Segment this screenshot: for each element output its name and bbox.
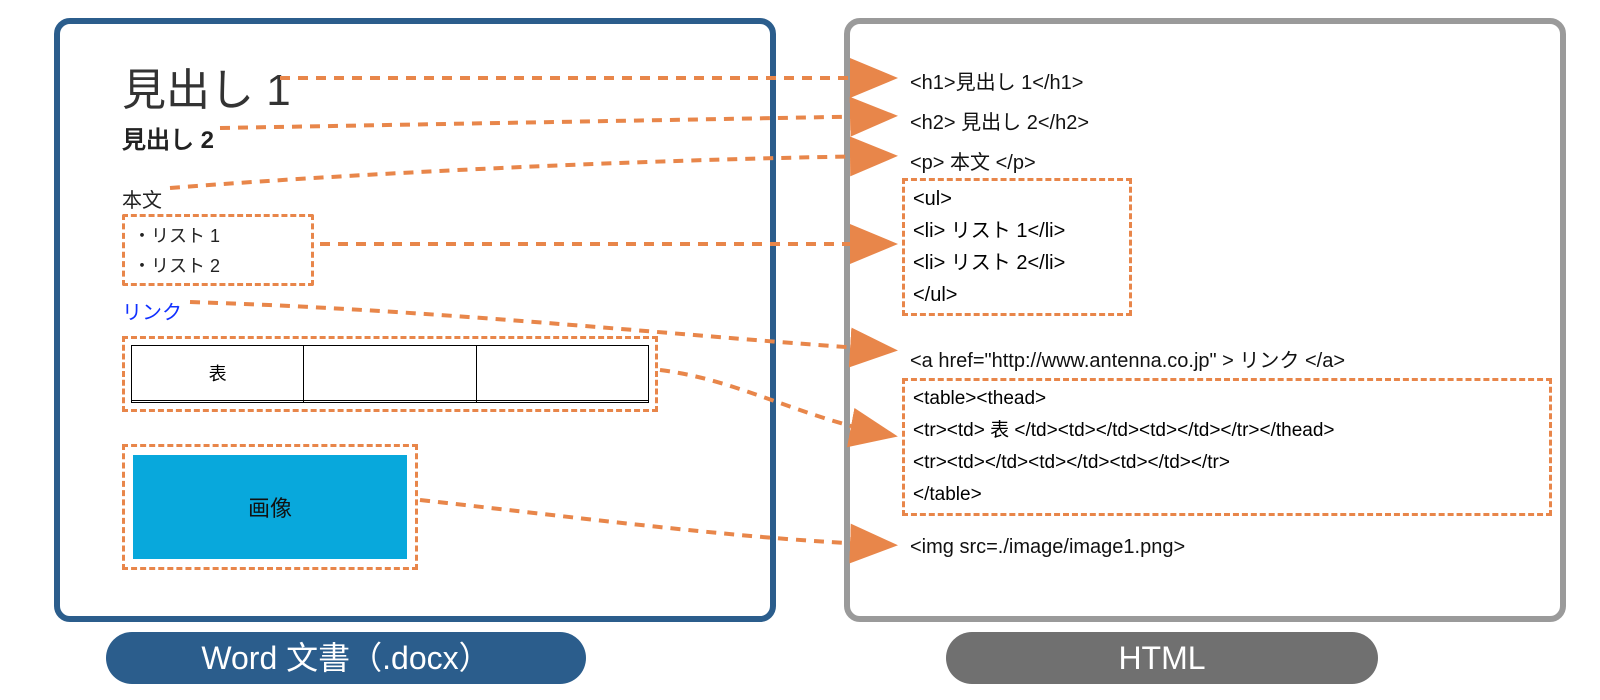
word-heading2: 見出し 2 bbox=[122, 120, 214, 155]
word-list-item: ・リスト 1 bbox=[133, 221, 303, 251]
table-cell bbox=[304, 346, 476, 401]
html-li1: <li> リスト 1</li> bbox=[913, 215, 1121, 247]
html-pill-label: HTML bbox=[946, 632, 1378, 684]
word-table: 表 bbox=[131, 345, 649, 403]
table-cell: 表 bbox=[132, 346, 304, 401]
word-heading1: 見出し 1 bbox=[122, 54, 291, 118]
table-cell bbox=[476, 346, 648, 401]
word-list-item: ・リスト 2 bbox=[133, 251, 303, 281]
html-panel: <h1>見出し 1</h1> <h2> 見出し 2</h2> <p> 本文 </… bbox=[844, 18, 1566, 622]
html-ul-box: <ul> <li> リスト 1</li> <li> リスト 2</li> </u… bbox=[902, 178, 1132, 316]
html-table-l4: </table> bbox=[913, 479, 1541, 511]
table-cell bbox=[132, 400, 304, 402]
word-list-box: ・リスト 1 ・リスト 2 bbox=[122, 214, 314, 286]
html-table-l2: <tr><td> 表 </td><td></td><td></td></tr><… bbox=[913, 415, 1541, 447]
word-pill-label: Word 文書（.docx） bbox=[106, 632, 586, 684]
word-image-placeholder: 画像 bbox=[133, 455, 407, 559]
word-table-box: 表 bbox=[122, 336, 658, 412]
html-h1-code: <h1>見出し 1</h1> bbox=[910, 66, 1083, 95]
html-h2-code: <h2> 見出し 2</h2> bbox=[910, 106, 1089, 135]
diagram-root: 見出し 1 見出し 2 本文 ・リスト 1 ・リスト 2 リンク 表 bbox=[0, 0, 1600, 700]
table-row bbox=[132, 400, 649, 402]
table-cell bbox=[304, 400, 476, 402]
table-cell bbox=[476, 400, 648, 402]
html-table-l1: <table><thead> bbox=[913, 383, 1541, 415]
word-image-box: 画像 bbox=[122, 444, 418, 570]
word-image-label: 画像 bbox=[248, 491, 292, 523]
html-table-l3: <tr><td></td><td></td><td></td></tr> bbox=[913, 447, 1541, 479]
html-ul-open: <ul> bbox=[913, 183, 1121, 215]
html-img-code: <img src=./image/image1.png> bbox=[910, 536, 1185, 559]
html-ul-close: </ul> bbox=[913, 279, 1121, 311]
html-table-box: <table><thead> <tr><td> 表 </td><td></td>… bbox=[902, 378, 1552, 516]
word-panel: 見出し 1 見出し 2 本文 ・リスト 1 ・リスト 2 リンク 表 bbox=[54, 18, 776, 622]
word-body-text: 本文 bbox=[122, 184, 162, 213]
html-p-code: <p> 本文 </p> bbox=[910, 146, 1036, 175]
html-li2: <li> リスト 2</li> bbox=[913, 247, 1121, 279]
table-row: 表 bbox=[132, 346, 649, 401]
word-link: リンク bbox=[122, 296, 182, 325]
html-a-code: <a href="http://www.antenna.co.jp" > リンク… bbox=[910, 344, 1345, 373]
